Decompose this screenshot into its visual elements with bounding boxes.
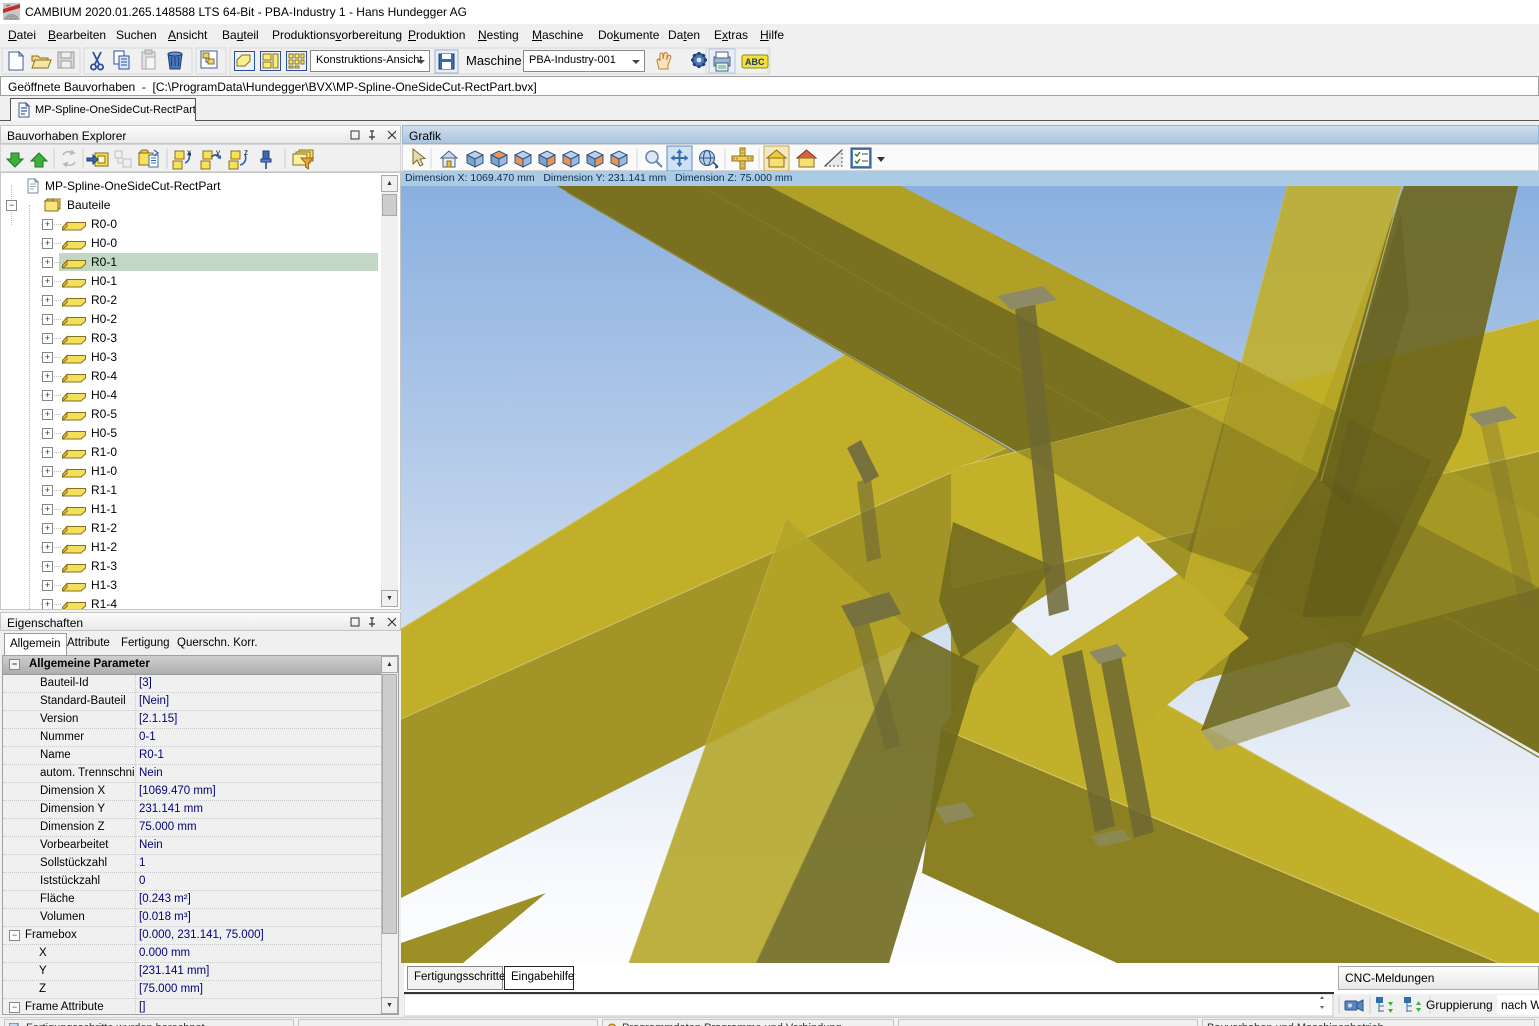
svg-text:z: z [244,148,248,157]
svg-text:y: y [216,148,220,157]
svg-text:ABC: ABC [745,57,765,67]
svg-text:x: x [187,148,191,157]
